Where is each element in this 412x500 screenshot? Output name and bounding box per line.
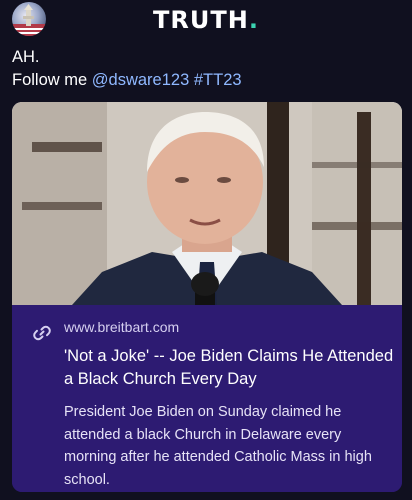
- top-bar: TRUTH.: [0, 0, 412, 40]
- user-mention-link[interactable]: @dsware123: [92, 71, 189, 89]
- link-icon: [33, 325, 51, 341]
- card-description: President Joe Biden on Sunday claimed he…: [64, 404, 372, 488]
- logo-text: TRUTH: [153, 6, 249, 34]
- card-headline[interactable]: 'Not a Joke' -- Joe Biden Claims He Atte…: [64, 345, 394, 391]
- preview-body: www.breitbart.com 'Not a Joke' -- Joe Bi…: [12, 305, 402, 492]
- post-text: AH. Follow me @dsware123 #TT23: [12, 46, 402, 92]
- microphone-icon: [191, 272, 219, 305]
- post-line-2: Follow me @dsware123 #TT23: [12, 69, 402, 92]
- preview-image: [12, 102, 402, 305]
- link-preview-card[interactable]: www.breitbart.com 'Not a Joke' -- Joe Bi…: [12, 102, 402, 492]
- logo-dot: .: [248, 6, 259, 34]
- truth-logo[interactable]: TRUTH.: [0, 6, 412, 34]
- hashtag-link[interactable]: #TT23: [194, 71, 242, 89]
- card-domain[interactable]: www.breitbart.com: [64, 319, 179, 335]
- post-follow-text: Follow me: [12, 71, 92, 89]
- post-line-1: AH.: [12, 48, 40, 66]
